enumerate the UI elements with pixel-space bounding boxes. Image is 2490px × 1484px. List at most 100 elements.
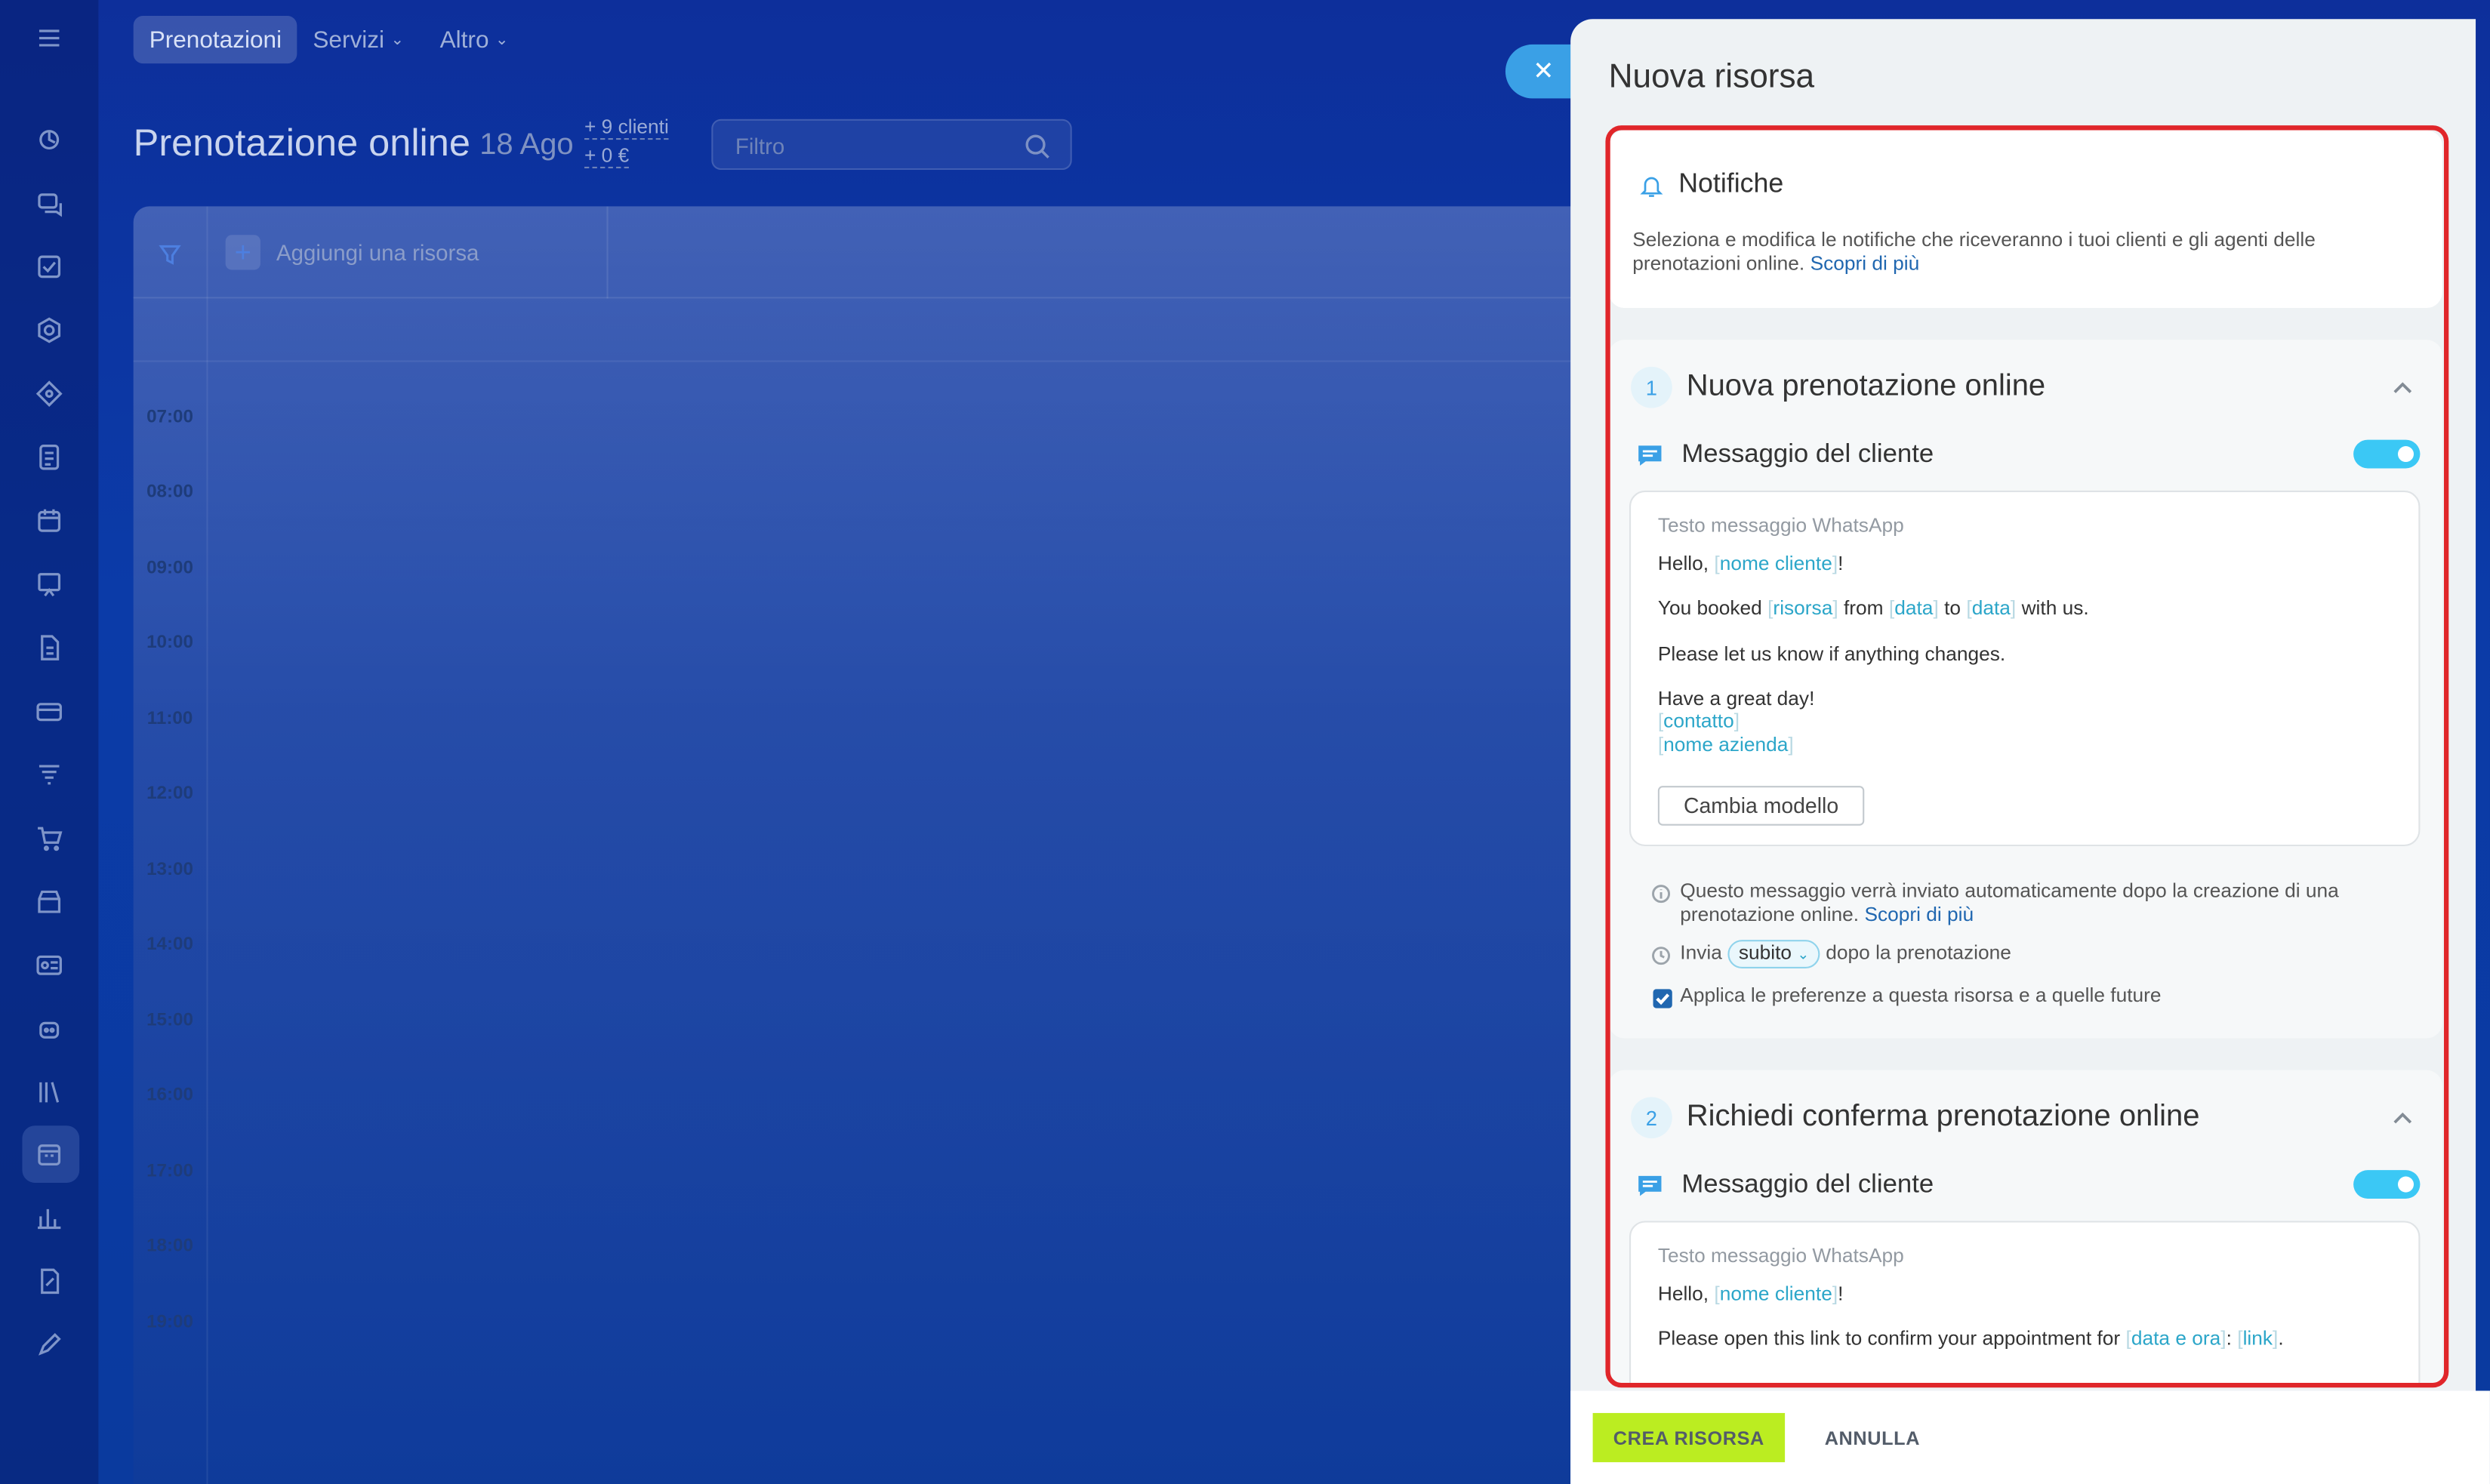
variable-tag: contatto <box>1658 710 1740 731</box>
variable-tag: risorsa <box>1767 597 1838 619</box>
clock-icon <box>1651 944 1671 965</box>
documents-icon[interactable] <box>33 442 65 473</box>
filter-input[interactable]: Filtro <box>711 119 1072 171</box>
search-icon[interactable] <box>1023 132 1052 161</box>
section-confirm-booking: 2 Richiedi conferma prenotazione online … <box>1608 1070 2442 1385</box>
message-line: Please let us know if anything changes. <box>1657 642 2006 666</box>
new-resource-panel: Nuova risorsa Notifiche Seleziona e modi… <box>1570 19 2476 1484</box>
hour-label: 09:00 <box>146 559 193 578</box>
tab-servizi[interactable]: Servizi ⌄ <box>297 16 420 63</box>
message-preview: Testo messaggio WhatsApp Hello, nome cli… <box>1629 490 2421 847</box>
robot-icon[interactable] <box>33 1013 65 1045</box>
menu-icon[interactable] <box>33 22 65 54</box>
chevron-down-icon: ⌄ <box>390 31 405 49</box>
bubble-header: Testo messaggio WhatsApp <box>1657 1244 1904 1267</box>
close-panel-button[interactable]: ✕ <box>1505 44 1576 99</box>
section-title: Richiedi conferma prenotazione online <box>1686 1100 2200 1134</box>
pen-icon[interactable] <box>33 1329 65 1360</box>
panel-footer: CREA RISORSA ANNULLA <box>1570 1390 2490 1484</box>
info-text: Questo messaggio verrà inviato automatic… <box>1680 879 2339 926</box>
auto-send-info: Questo messaggio verrà inviato automatic… <box>1680 879 2378 927</box>
text: Please open this link to confirm your ap… <box>1657 1327 2121 1350</box>
bell-icon <box>1640 177 1663 197</box>
client-message-toggle[interactable] <box>2353 1170 2421 1199</box>
page-date: 18 Ago <box>479 128 574 162</box>
contacts-icon[interactable] <box>33 950 65 981</box>
tab-prenotazioni[interactable]: Prenotazioni <box>133 16 298 64</box>
divider <box>606 206 609 299</box>
message-preview: Testo messaggio WhatsApp Hello, nome cli… <box>1629 1221 2421 1385</box>
check-icon <box>1656 993 1670 1005</box>
hour-label: 15:00 <box>146 1011 193 1031</box>
calendar-icon[interactable] <box>33 505 65 537</box>
sign-icon[interactable] <box>33 1265 65 1297</box>
info-icon <box>1651 882 1671 904</box>
chat-icon[interactable] <box>33 187 65 219</box>
file-icon[interactable] <box>33 632 65 663</box>
filter-icon[interactable] <box>157 242 183 267</box>
text: ! <box>1838 552 1844 575</box>
create-resource-button[interactable]: CREA RISORSA <box>1592 1412 1786 1463</box>
collapse-button[interactable] <box>2392 1108 2414 1130</box>
analytics-icon[interactable] <box>33 1202 65 1233</box>
section-title: Nuova prenotazione online <box>1686 370 2046 404</box>
divider <box>206 206 208 1484</box>
card-icon[interactable] <box>33 695 65 727</box>
notifications-card: Notifiche Seleziona e modifica le notifi… <box>1608 130 2442 309</box>
send-timing-select[interactable]: subito ⌄ <box>1727 940 1820 969</box>
send-suffix: dopo la prenotazione <box>1826 941 2011 964</box>
chevron-down-icon: ⌄ <box>495 31 509 49</box>
hour-label: 13:00 <box>146 860 193 880</box>
amount-total[interactable]: + 0 € <box>584 144 630 168</box>
text: You booked <box>1657 596 1762 620</box>
booking-icon[interactable] <box>33 1138 65 1170</box>
sites-icon[interactable] <box>33 378 65 410</box>
message-line: You booked risorsa from data to data wit… <box>1658 597 2089 619</box>
hour-label: 19:00 <box>146 1313 193 1332</box>
close-icon: ✕ <box>1533 58 1555 86</box>
tab-label: Servizi <box>313 26 385 54</box>
clients-count[interactable]: + 9 clienti <box>584 116 669 140</box>
calendar-subheader <box>133 298 1595 362</box>
filter-placeholder: Filtro <box>735 133 785 159</box>
message-line: Please open this link to confirm your ap… <box>1658 1327 2284 1349</box>
variable-tag: data <box>1889 597 1939 619</box>
funnel-icon[interactable] <box>33 759 65 790</box>
chevron-down-icon: ⌄ <box>1797 946 1810 962</box>
presentation-icon[interactable] <box>33 568 65 600</box>
text: from <box>1843 596 1884 620</box>
hour-label: 18:00 <box>146 1236 193 1256</box>
chevron-up-icon <box>2393 1112 2412 1124</box>
add-resource-button[interactable]: + Aggiungi una risorsa <box>225 235 479 270</box>
message-line: nome azienda <box>1658 734 1794 756</box>
text: to <box>1944 596 1961 620</box>
learn-more-link[interactable]: Scopri di più <box>1864 904 1974 925</box>
store-icon[interactable] <box>33 886 65 918</box>
bubble-header: Testo messaggio WhatsApp <box>1657 514 1904 537</box>
left-sidebar <box>0 0 99 1484</box>
message-line: contatto <box>1658 710 1740 731</box>
tab-label: Altro <box>439 26 489 54</box>
notifications-title: Notifiche <box>1678 168 1784 199</box>
apply-preferences-label: Applica le preferenze a questa risorsa e… <box>1680 984 2162 1007</box>
cart-icon[interactable] <box>33 823 65 854</box>
learn-more-link[interactable]: Scopri di più <box>1810 252 1920 274</box>
cancel-button[interactable]: ANNULLA <box>1812 1413 1933 1462</box>
apply-preferences-checkbox[interactable] <box>1653 989 1672 1008</box>
variable-tag: nome cliente <box>1714 553 1838 574</box>
tab-altro[interactable]: Altro ⌄ <box>424 16 525 63</box>
variable-tag: link <box>2237 1327 2278 1349</box>
collapse-button[interactable] <box>2392 378 2414 400</box>
library-icon[interactable] <box>33 1076 65 1108</box>
hour-label: 08:00 <box>146 482 193 502</box>
send-timing: Invia subito ⌄ dopo la prenotazione <box>1680 940 2378 969</box>
client-message-label: Messaggio del cliente <box>1681 439 1934 469</box>
activity-icon[interactable] <box>33 124 65 155</box>
crm-icon[interactable] <box>33 314 65 346</box>
section-number: 2 <box>1631 1097 1672 1139</box>
message-icon <box>1638 445 1662 466</box>
notifications-description: Seleziona e modifica le notifiche che ri… <box>1632 229 2379 276</box>
change-template-button[interactable]: Cambia modello <box>1657 786 1865 826</box>
client-message-toggle[interactable] <box>2353 439 2421 469</box>
tasks-icon[interactable] <box>33 251 65 282</box>
